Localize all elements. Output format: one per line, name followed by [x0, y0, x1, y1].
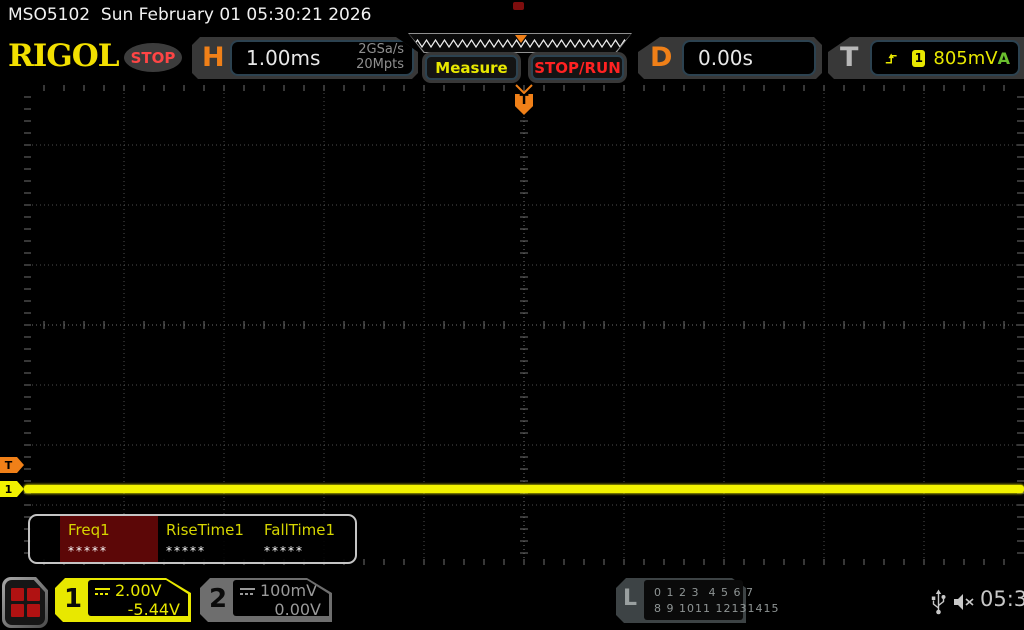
waveform-overview-strip[interactable]	[408, 33, 632, 53]
trigger-sweep-mode: A	[997, 48, 1010, 68]
measurement-freq1[interactable]: Freq1 *****	[60, 516, 158, 562]
channel-2-scale: 100mV	[260, 581, 318, 600]
channel-1-number: 1	[64, 584, 83, 614]
oscilloscope-screen: MSO5102 Sun February 01 05:30:21 2026 RI…	[0, 0, 1024, 630]
trigger-source-badge: 1	[912, 50, 925, 67]
dc-coupling-icon	[240, 588, 255, 596]
measurement-falltime1[interactable]: FallTime1 *****	[256, 516, 354, 562]
logic-row2: 8 9 1011 12131415	[654, 601, 780, 615]
menu-grid-icon[interactable]	[2, 577, 48, 628]
trigger-level-value: 805mV	[933, 47, 998, 69]
trigger-box[interactable]: 1 805mV A	[870, 40, 1020, 76]
model-label: MSO5102	[8, 5, 91, 25]
logic-channels-widget[interactable]: L 0 1 2 3 4 5 6 7 8 9 1011 12131415	[616, 578, 778, 623]
trigger-position-shield: T	[515, 94, 533, 115]
delay-box[interactable]: 0.00s	[682, 40, 816, 76]
trigger-label: T	[840, 42, 859, 73]
speaker-muted-icon	[954, 594, 974, 610]
channel-2-widget[interactable]: 2 100mV 0.00V	[200, 578, 332, 622]
channel1-trace	[24, 485, 1024, 493]
trigger-position-marker[interactable]: T	[514, 84, 534, 119]
delay-label: D	[650, 42, 673, 73]
logic-row1: 0 1 2 3 4 5 6 7	[654, 586, 754, 599]
horizontal-label: H	[202, 42, 225, 73]
grid-lines	[24, 85, 1024, 565]
trigger-position-v-icon	[515, 84, 533, 94]
status-bar: MSO5102 Sun February 01 05:30:21 2026	[8, 5, 371, 25]
timebase-box[interactable]: 1.00ms 2GSa/s 20Mpts	[230, 40, 414, 76]
graticule: T	[24, 84, 1024, 565]
memory-depth: 20Mpts	[356, 57, 404, 72]
measure-button[interactable]: Measure	[425, 55, 518, 80]
overview-trigger-marker-icon	[515, 35, 527, 43]
acquisition-state-badge: STOP	[124, 43, 182, 72]
datetime-label: Sun February 01 05:30:21 2026	[100, 5, 372, 25]
channel-2-number: 2	[209, 584, 228, 614]
trigger-level-marker[interactable]: T	[0, 457, 24, 473]
timebase-value: 1.00ms	[246, 46, 321, 70]
stop-run-button[interactable]: STOP/RUN	[531, 55, 624, 80]
rigol-logo: RIGOL	[8, 38, 120, 74]
rising-edge-icon	[885, 51, 898, 66]
delay-value: 0.00s	[698, 46, 753, 70]
logic-label: L	[623, 586, 638, 611]
dc-coupling-icon	[95, 588, 110, 596]
measurement-risetime1[interactable]: RiseTime1 *****	[158, 516, 256, 562]
trigger-section[interactable]: T 1 805mV A	[828, 37, 1024, 79]
sample-rate: 2GSa/s	[358, 42, 404, 58]
channel-1-widget[interactable]: 1 2.00V -5.44V	[55, 578, 191, 622]
channel1-ground-marker[interactable]: 1	[0, 481, 24, 497]
channel-1-scale: 2.00V	[115, 581, 162, 600]
clock: 05:30	[980, 587, 1024, 611]
alert-indicator-icon	[513, 2, 524, 10]
usb-icon	[931, 589, 946, 615]
measurement-panel[interactable]: Freq1 ***** RiseTime1 ***** FallTime1 **…	[28, 514, 357, 564]
horizontal-section[interactable]: H 1.00ms 2GSa/s 20Mpts	[192, 37, 418, 79]
delay-section[interactable]: D 0.00s	[638, 37, 822, 79]
